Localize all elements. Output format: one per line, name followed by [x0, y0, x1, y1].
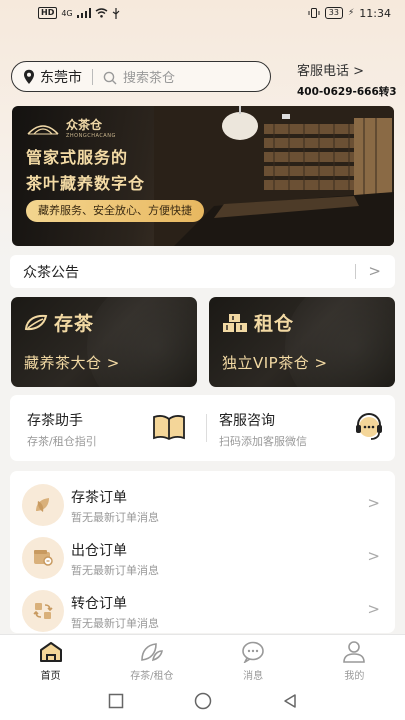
chevron-right-icon: > [367, 600, 380, 618]
service-phone-number: 400-0629-666转3 [297, 86, 397, 98]
status-right: 33 ⚡ 11:34 [308, 7, 391, 20]
service-title: 客服电话 > [297, 64, 365, 79]
battery-level: 33 [324, 7, 343, 19]
store-tea-card[interactable]: 存茶 藏养茶大仓 > [11, 297, 197, 387]
hd-badge: HD [38, 7, 58, 19]
orders-panel: 存茶订单 暂无最新订单消息 > 出仓订单 暂无最新订单消息 > 转仓订单 暂无最… [10, 471, 395, 633]
store-tea-title-row: 存茶 [24, 309, 94, 336]
store-tea-subtitle: 藏养茶大仓 > [24, 354, 120, 372]
system-nav-bar [0, 682, 405, 720]
order-subtitle: 暂无最新订单消息 [71, 511, 159, 524]
banner-feature-pill[interactable]: 藏养服务、安全放心、方便快捷 [26, 200, 204, 222]
tab-label: 存茶/租仓 [130, 671, 174, 682]
book-icon [153, 415, 185, 441]
home-icon [38, 640, 64, 664]
wallet-icon [22, 537, 64, 579]
chevron-right-icon: > [368, 262, 381, 280]
warehouse-shelves-image [154, 106, 394, 246]
tab-profile[interactable]: 我的 [304, 635, 405, 682]
recent-apps-icon[interactable] [108, 693, 124, 709]
tea-leaf-icon [24, 314, 48, 330]
tea-assistant-subtitle: 存茶/租仓指引 [27, 435, 97, 448]
back-icon[interactable] [282, 693, 298, 709]
customer-consult-title: 客服咨询 [219, 413, 275, 429]
boxes-icon [223, 313, 247, 332]
announcement-divider [355, 264, 356, 279]
tea-assistant[interactable]: 存茶助手 存茶/租仓指引 [10, 395, 206, 461]
order-title: 出仓订单 [71, 543, 127, 559]
order-subtitle: 暂无最新订单消息 [71, 617, 159, 630]
search-icon [103, 70, 117, 84]
search-input[interactable]: 搜索茶仓 [123, 67, 175, 86]
customer-consult-subtitle: 扫码添加客服微信 [219, 435, 307, 448]
rent-warehouse-card[interactable]: 租仓 独立VIP茶仓 > [209, 297, 395, 387]
helper-row: 存茶助手 存茶/租仓指引 客服咨询 扫码添加客服微信 [10, 395, 395, 461]
store-tea-title: 存茶 [54, 313, 95, 335]
announcement-bar[interactable]: 众茶公告 > [10, 255, 395, 288]
network-type: 4G [61, 8, 73, 18]
tea-assistant-title: 存茶助手 [27, 413, 83, 429]
announcement-title: 众茶公告 [23, 264, 79, 281]
order-row-outbound[interactable]: 出仓订单 暂无最新订单消息 > [10, 532, 395, 582]
banner-headline-2: 茶叶藏养数字仓 [26, 174, 146, 193]
banner-headline-1: 管家式服务的 [26, 148, 129, 167]
banner-logo-text: 众茶仓 [66, 118, 103, 132]
headset-icon [356, 412, 382, 440]
card-shine [87, 297, 197, 387]
transfer-icon [22, 590, 64, 632]
leaf-order-icon [22, 484, 64, 526]
tab-label: 首页 [40, 671, 61, 682]
charging-icon: ⚡ [347, 8, 355, 18]
rent-warehouse-subtitle: 独立VIP茶仓 > [222, 354, 328, 372]
tab-home[interactable]: 首页 [0, 635, 101, 682]
search-divider [92, 68, 93, 85]
usb-icon [112, 7, 120, 19]
order-row-transfer[interactable]: 转仓订单 暂无最新订单消息 > [10, 585, 395, 633]
user-icon [341, 640, 367, 664]
signal-icon [76, 8, 91, 18]
logo-mark-icon [27, 124, 59, 135]
tab-label: 消息 [243, 671, 264, 682]
clock: 11:34 [359, 6, 391, 20]
order-title: 存茶订单 [71, 490, 127, 506]
vibrate-icon [308, 8, 320, 18]
wifi-icon [95, 8, 108, 18]
rent-warehouse-title-row: 租仓 [222, 309, 294, 336]
card-shine [285, 297, 395, 387]
order-subtitle: 暂无最新订单消息 [71, 564, 159, 577]
banner-logo-sub: ZHONGCHACANG [66, 133, 116, 139]
banner-logo: 众茶仓 ZHONGCHACANG [26, 116, 116, 139]
chevron-right-icon: > [367, 547, 380, 565]
status-left: HD 4G [38, 7, 120, 19]
tab-store-rent[interactable]: 存茶/租仓 [101, 635, 202, 682]
order-row-store[interactable]: 存茶订单 暂无最新订单消息 > [10, 479, 395, 529]
leaf-icon [139, 640, 165, 664]
chevron-right-icon: > [367, 494, 380, 512]
chat-icon [240, 640, 266, 664]
customer-service-phone[interactable]: 客服电话 > 400-0629-666转3 [297, 60, 405, 99]
rent-warehouse-title: 租仓 [254, 313, 295, 335]
location-pin-icon [22, 68, 36, 86]
status-bar: HD 4G 33 ⚡ 11:34 [0, 0, 405, 26]
home-button-icon[interactable] [194, 692, 212, 710]
customer-consult[interactable]: 客服咨询 扫码添加客服微信 [207, 395, 395, 461]
tab-label: 我的 [344, 671, 365, 682]
bottom-tab-bar: 首页 存茶/租仓 消息 我的 [0, 634, 405, 682]
search-bar[interactable]: 东莞市 搜索茶仓 [11, 61, 271, 92]
order-title: 转仓订单 [71, 596, 127, 612]
city-selector[interactable]: 东莞市 [40, 67, 82, 87]
promo-banner[interactable]: 众茶仓 ZHONGCHACANG 管家式服务的 茶叶藏养数字仓 藏养服务、安全放… [12, 106, 394, 246]
tab-messages[interactable]: 消息 [203, 635, 304, 682]
